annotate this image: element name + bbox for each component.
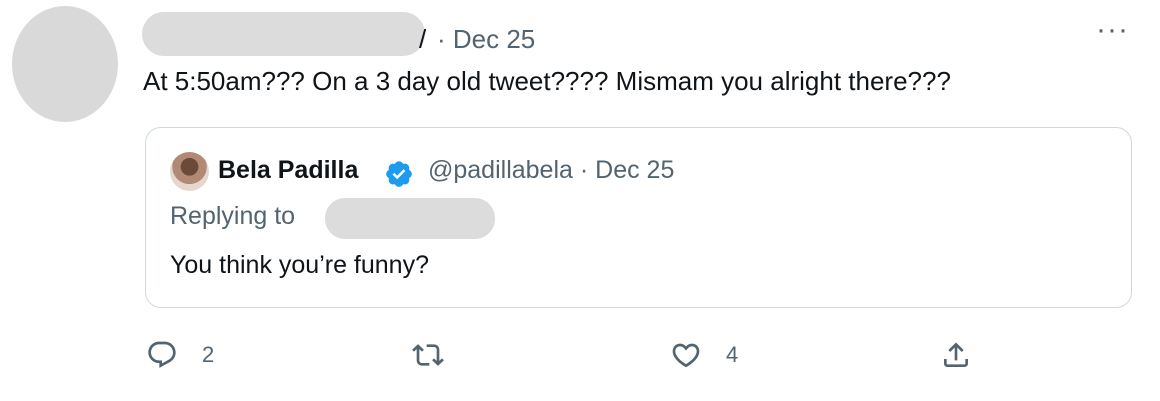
quoted-author-avatar[interactable]: [170, 152, 209, 191]
tweet-date[interactable]: · Dec 25: [437, 24, 535, 55]
reply-count: 2: [202, 342, 215, 367]
more-options-icon[interactable]: ···: [1096, 15, 1129, 45]
redacted-reply-handle: [325, 198, 495, 239]
author-name-fragment: /: [419, 24, 427, 54]
verified-badge-icon: [386, 161, 412, 187]
tweet-text: At 5:50am??? On a 3 day old tweet???? Mi…: [143, 66, 951, 96]
share-button[interactable]: [940, 339, 972, 371]
author-avatar[interactable]: [12, 6, 118, 122]
reply-icon: [148, 341, 176, 368]
quoted-author-name[interactable]: Bela Padilla: [218, 156, 358, 185]
like-button[interactable]: 4: [670, 339, 738, 371]
like-count: 4: [726, 342, 739, 367]
reply-button[interactable]: 2: [146, 339, 214, 371]
retweet-button[interactable]: [412, 339, 444, 371]
share-icon: [944, 342, 968, 367]
replying-to-label: Replying to: [170, 202, 296, 230]
quoted-handle-date[interactable]: @padillabela · Dec 25: [428, 156, 674, 185]
heart-icon: [672, 343, 700, 368]
redacted-author-name: [142, 12, 425, 56]
quoted-tweet[interactable]: Bela Padilla @padillabela · Dec 25 Reply…: [145, 127, 1132, 308]
quoted-tweet-text: You think you’re funny?: [170, 251, 429, 279]
retweet-icon: [412, 344, 444, 366]
